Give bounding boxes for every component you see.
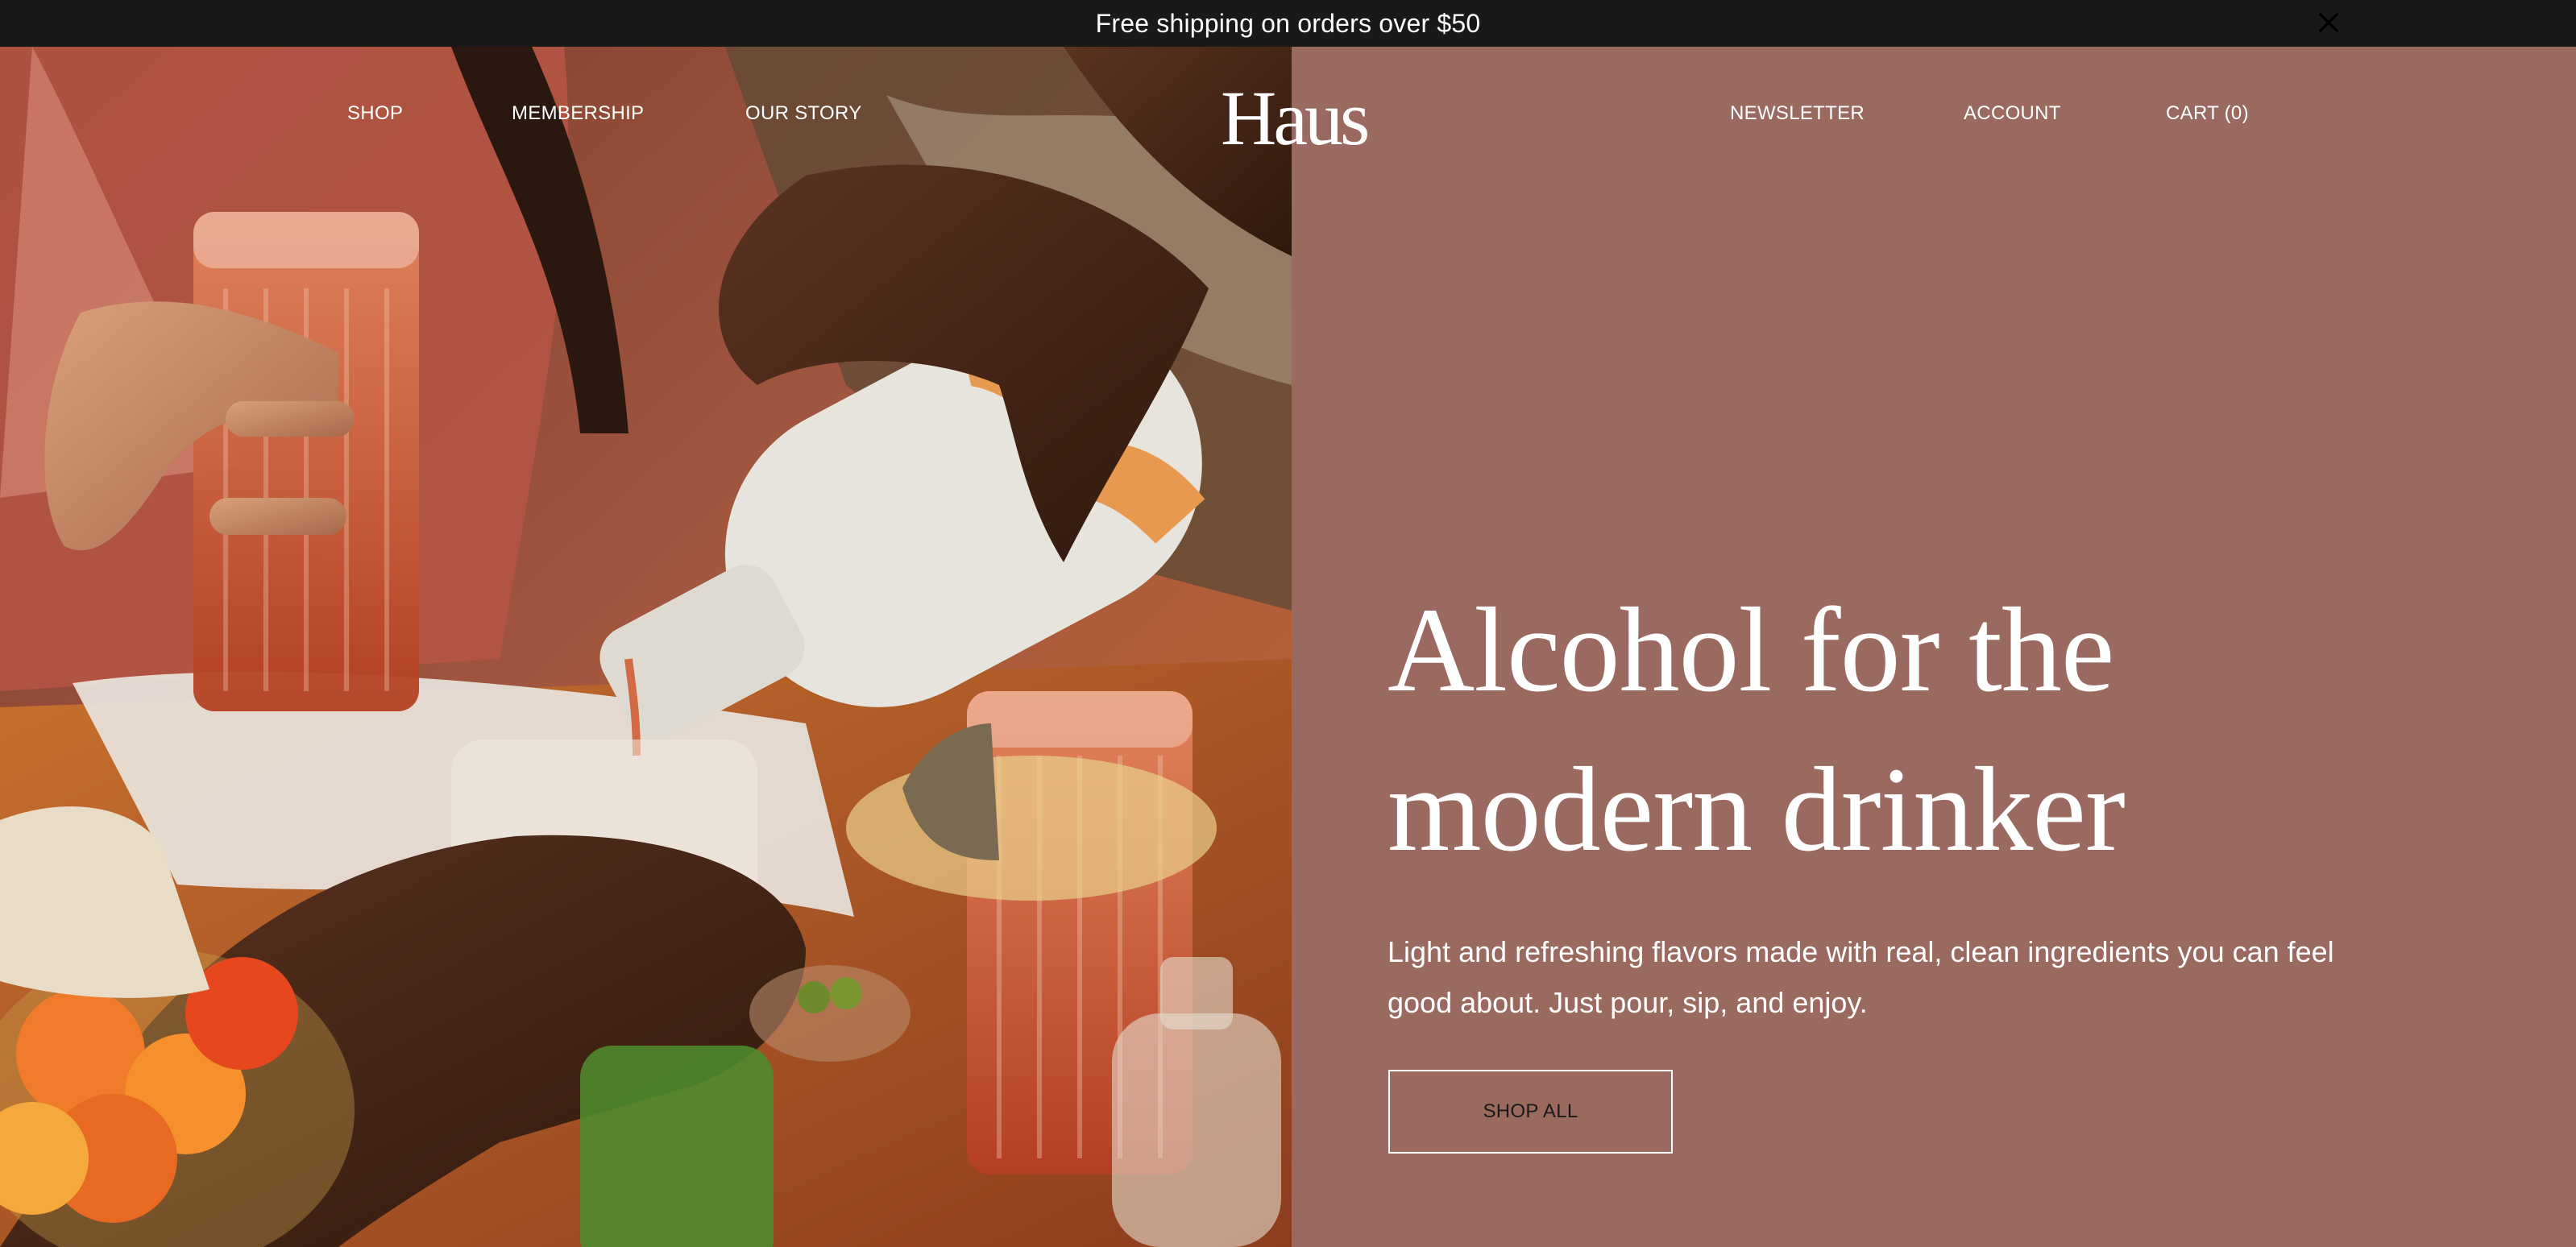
hero-headline: Alcohol for the modern drinker xyxy=(1388,583,2126,876)
nav-shop[interactable]: SHOP xyxy=(347,102,403,125)
close-icon xyxy=(2319,13,2338,32)
close-announcement-button[interactable] xyxy=(2309,3,2348,42)
nav-our-story[interactable]: OUR STORY xyxy=(745,102,862,125)
nav-account[interactable]: ACCOUNT xyxy=(1964,102,2061,125)
haus-logo[interactable]: Haus xyxy=(1221,74,1370,163)
hero-subtext: Light and refreshing flavors made with r… xyxy=(1388,935,2334,1019)
nav-membership[interactable]: MEMBERSHIP xyxy=(512,102,644,125)
announcement-text: Free shipping on orders over $50 xyxy=(1095,8,1481,38)
announcement-bar: Free shipping on orders over $50 xyxy=(0,0,2576,47)
hero-image xyxy=(0,47,1292,1247)
nav-newsletter[interactable]: NEWSLETTER xyxy=(1730,102,1865,125)
nav-cart[interactable]: CART (0) xyxy=(2166,102,2249,125)
shop-all-button[interactable]: SHOP ALL xyxy=(1388,1070,1673,1154)
